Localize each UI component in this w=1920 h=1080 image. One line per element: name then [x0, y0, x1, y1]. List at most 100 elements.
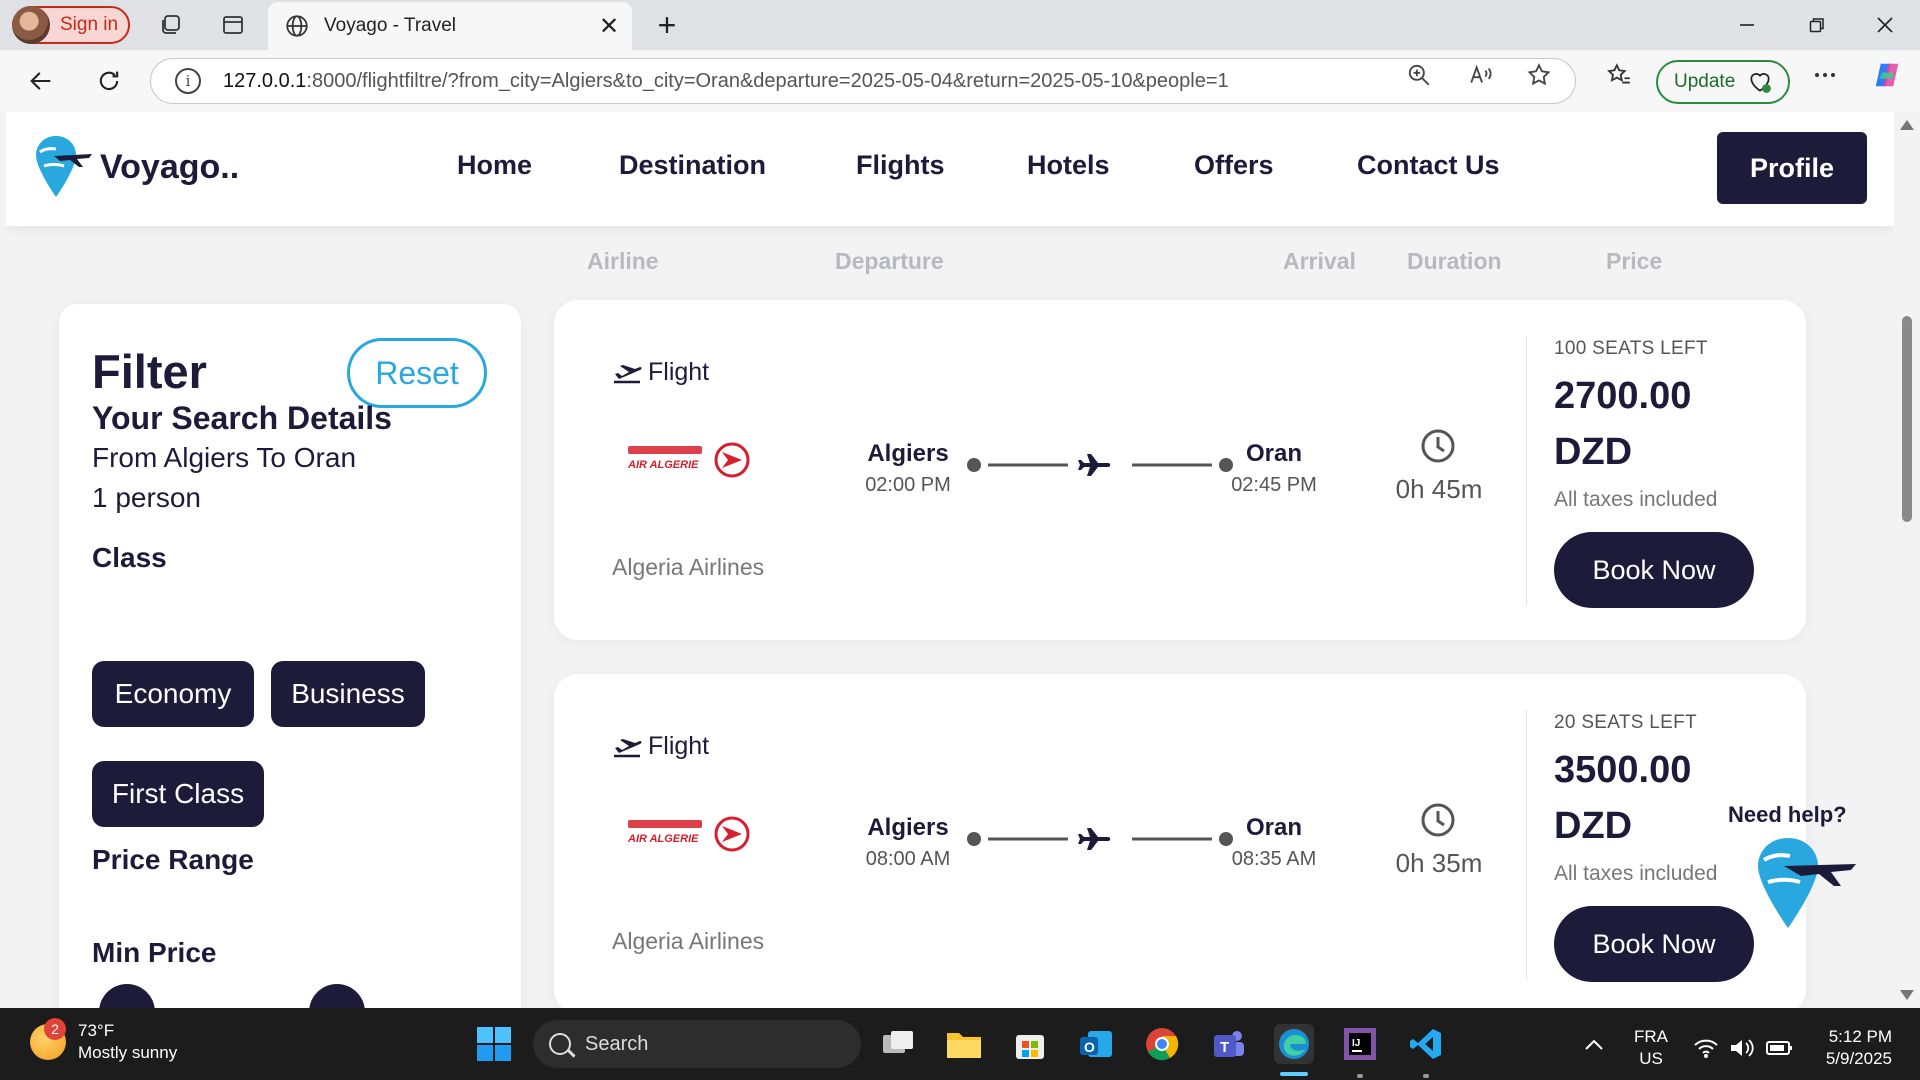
flight-card: Flight AIR ALGERIE Algeria Airlines Algi…	[554, 674, 1806, 1008]
profile-button[interactable]: Profile	[1717, 132, 1867, 204]
favorite-star-icon[interactable]	[1524, 60, 1554, 90]
site-info-icon[interactable]: i	[175, 68, 201, 94]
sign-in-button[interactable]: Sign in	[12, 6, 130, 44]
voyago-logo-icon	[36, 136, 92, 197]
teams-icon[interactable]: T	[1208, 1024, 1248, 1064]
vscode-running-indicator	[1423, 1074, 1429, 1078]
refresh-icon[interactable]	[92, 64, 126, 98]
intellij-icon[interactable]: IJ	[1340, 1024, 1380, 1064]
windows-taskbar: 2 73°F Mostly sunny Search O T IJ FRA US…	[0, 1008, 1920, 1080]
tab-voyago[interactable]: Voyago - Travel ✕	[268, 2, 632, 50]
search-icon	[549, 1033, 571, 1055]
back-icon[interactable]	[24, 64, 58, 98]
restore-icon[interactable]	[1800, 8, 1834, 42]
copilot-icon[interactable]	[1872, 60, 1902, 90]
class-economy-button[interactable]: Economy	[92, 661, 254, 727]
air-algerie-logo: AIR ALGERIE	[627, 816, 750, 852]
close-window-icon[interactable]	[1868, 8, 1902, 42]
nav-offers[interactable]: Offers	[1194, 150, 1274, 181]
seats-left: 100 SEATS LEFT	[1554, 338, 1708, 359]
svg-text:O: O	[1084, 1039, 1095, 1055]
max-price-slider-handle[interactable]	[309, 984, 365, 1008]
page-scrollbar[interactable]	[1894, 112, 1920, 1008]
nav-home[interactable]: Home	[457, 150, 532, 181]
book-now-button[interactable]: Book Now	[1554, 906, 1754, 982]
show-hidden-icons[interactable]	[1574, 1024, 1614, 1064]
intellij-running-indicator	[1357, 1074, 1363, 1078]
nav-destination[interactable]: Destination	[619, 150, 766, 181]
logo-text: Voyago..	[100, 147, 240, 186]
book-now-button[interactable]: Book Now	[1554, 532, 1754, 608]
flight-tag-label: Flight	[648, 732, 710, 760]
min-price-slider-handle[interactable]	[99, 984, 155, 1008]
class-first-button[interactable]: First Class	[92, 761, 264, 827]
weather-condition: Mostly sunny	[78, 1043, 178, 1062]
taskbar-search[interactable]: Search	[533, 1020, 861, 1068]
edge-icon[interactable]	[1274, 1024, 1314, 1064]
arrival-time: 02:45 PM	[1231, 474, 1317, 496]
departure-city: Algiers	[867, 440, 949, 467]
clock-area[interactable]: 5:12 PM 5/9/2025	[1816, 1026, 1892, 1070]
zoom-icon[interactable]	[1404, 60, 1434, 90]
nav-hotels[interactable]: Hotels	[1027, 150, 1110, 181]
need-help-label[interactable]: Need help?	[1728, 802, 1847, 828]
arrival-city: Oran	[1245, 814, 1302, 841]
read-aloud-icon[interactable]	[1466, 60, 1496, 90]
scrollbar-thumb[interactable]	[1902, 316, 1912, 522]
nav-flights[interactable]: Flights	[856, 150, 945, 181]
chrome-icon[interactable]	[1142, 1024, 1182, 1064]
svg-text:AIR ALGERIE: AIR ALGERIE	[627, 833, 699, 845]
departure-city: Algiers	[867, 814, 949, 841]
vertical-tabs-icon[interactable]	[220, 12, 246, 38]
outlook-icon[interactable]: O	[1076, 1024, 1116, 1064]
clock-icon	[1421, 803, 1455, 837]
avatar	[12, 6, 50, 44]
reset-button[interactable]: Reset	[347, 338, 487, 408]
wifi-icon[interactable]	[1686, 1028, 1726, 1068]
filter-title: Filter	[92, 345, 207, 398]
new-tab-icon[interactable]: +	[650, 7, 684, 43]
close-tab-icon[interactable]: ✕	[594, 11, 624, 41]
tab-title: Voyago - Travel	[324, 15, 457, 36]
temperature: 73°F	[78, 1021, 115, 1040]
class-business-button[interactable]: Business	[271, 661, 425, 727]
arrival-city: Oran	[1245, 440, 1302, 467]
favorites-icon[interactable]	[1604, 60, 1634, 90]
task-view-icon[interactable]	[878, 1024, 918, 1064]
store-icon[interactable]	[1010, 1024, 1050, 1064]
search-label: Search	[585, 1032, 649, 1055]
column-departure: Departure	[835, 248, 944, 274]
minimize-icon[interactable]	[1730, 8, 1764, 42]
seats-left: 20 SEATS LEFT	[1554, 712, 1697, 733]
clock-time: 5:12 PM	[1828, 1027, 1892, 1046]
help-chat-icon[interactable]	[1748, 830, 1858, 960]
clock-icon	[1421, 429, 1455, 463]
flight-tag: Flight	[612, 732, 709, 761]
more-options-icon[interactable]	[1810, 60, 1840, 90]
min-price-heading: Min Price	[92, 937, 217, 968]
flight-duration: 0h 35m	[1395, 848, 1483, 878]
site-logo[interactable]: Voyago..	[34, 134, 239, 200]
svg-text:AIR ALGERIE: AIR ALGERIE	[627, 459, 699, 471]
svg-text:IJ: IJ	[1352, 1038, 1360, 1049]
nav-contact-us[interactable]: Contact Us	[1357, 150, 1500, 181]
scroll-down-icon[interactable]	[1900, 990, 1914, 1000]
volume-icon[interactable]	[1722, 1028, 1762, 1068]
language-indicator[interactable]: FRA US	[1634, 1026, 1668, 1070]
arrival-time: 08:35 AM	[1231, 848, 1317, 870]
keyboard-layout: US	[1639, 1049, 1663, 1068]
battery-icon[interactable]	[1760, 1028, 1800, 1068]
search-details-heading: Your Search Details	[92, 400, 392, 436]
update-button[interactable]: Update	[1656, 60, 1790, 104]
start-icon[interactable]	[474, 1024, 514, 1064]
file-explorer-icon[interactable]	[944, 1024, 984, 1064]
column-airline: Airline	[587, 248, 659, 274]
class-heading: Class	[92, 542, 167, 573]
browser-tab-bar: Sign in Voyago - Travel ✕ +	[0, 0, 1920, 50]
vscode-icon[interactable]	[1406, 1024, 1446, 1064]
weather-widget[interactable]: 2 73°F Mostly sunny	[30, 1018, 178, 1064]
scroll-up-icon[interactable]	[1900, 120, 1914, 130]
flight-duration: 0h 45m	[1395, 474, 1483, 504]
url-field[interactable]: i 127.0.0.1:8000/flightfiltre/?from_city…	[150, 58, 1576, 104]
workspaces-icon[interactable]	[158, 12, 184, 38]
